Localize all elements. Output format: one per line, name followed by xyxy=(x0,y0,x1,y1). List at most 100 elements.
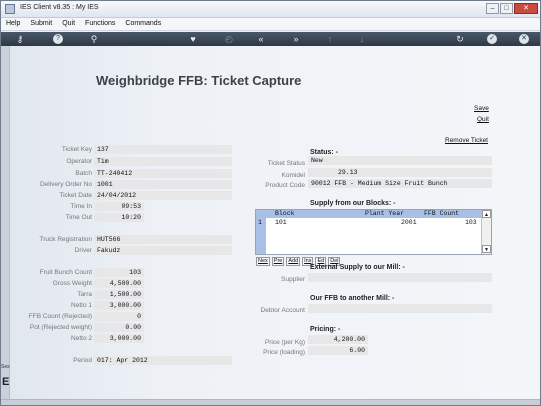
price-loading-label: Price (loading) xyxy=(263,349,305,356)
window-controls: – □ ✕ xyxy=(486,3,538,14)
netto-1-label: Netto 1 xyxy=(71,302,92,309)
batch-label: Batch xyxy=(75,170,92,177)
session-label: Ses xyxy=(1,364,10,370)
rewind-icon[interactable]: « xyxy=(254,33,268,45)
quit-link[interactable]: Quit xyxy=(477,116,489,123)
menu-quit[interactable]: Quit xyxy=(57,18,80,30)
session-e-icon[interactable]: E xyxy=(2,376,9,388)
previous-button[interactable]: Pre xyxy=(271,257,285,266)
debtor-account-field[interactable] xyxy=(308,304,492,313)
pot-rejected-weight-field[interactable]: 0.00 xyxy=(94,323,144,332)
delivery-order-label: Delivery Order No xyxy=(39,181,92,188)
title-bar: IES Client v8.35 : My IES – □ ✕ xyxy=(1,1,540,18)
ticket-status-label: Ticket Status xyxy=(267,160,305,167)
minimize-button[interactable]: – xyxy=(486,3,499,14)
operator-field[interactable]: Tim xyxy=(94,157,232,166)
app-icon xyxy=(5,4,15,14)
key-icon[interactable]: ⚷ xyxy=(13,33,27,45)
cancel-icon[interactable]: ✕ xyxy=(519,34,529,44)
upload-icon[interactable]: ↑ xyxy=(323,33,337,45)
truck-registration-label: Truck Registration xyxy=(39,236,93,243)
confirm-icon[interactable]: ✓ xyxy=(487,34,497,44)
menu-functions[interactable]: Functions xyxy=(80,18,120,30)
fruit-bunch-count-field[interactable]: 103 xyxy=(94,268,144,277)
save-link[interactable]: Save xyxy=(474,105,489,112)
pricing-heading: Pricing: - xyxy=(310,326,341,333)
gross-weight-label: Gross Weight xyxy=(52,280,92,287)
grid-cell-ffb-count[interactable]: 103 xyxy=(465,219,477,227)
grid-header-plant-year: Plant Year xyxy=(365,210,405,217)
grid-row-number: 1 xyxy=(258,219,262,226)
status-bar xyxy=(1,399,540,405)
download-icon[interactable]: ↓ xyxy=(355,33,369,45)
grid-cell-block[interactable]: 101 xyxy=(275,219,287,227)
ticket-key-label: Ticket Key xyxy=(61,146,92,153)
driver-label: Driver xyxy=(74,247,92,254)
heart-icon[interactable]: ♥ xyxy=(186,33,200,45)
status-heading: Status: - xyxy=(310,149,338,156)
price-per-kg-field[interactable]: 4,200.00 xyxy=(308,335,368,344)
add-button[interactable]: Add xyxy=(286,257,301,266)
search-icon[interactable]: ⚲ xyxy=(87,33,101,45)
product-code-label: Product Code xyxy=(265,182,305,189)
time-in-field[interactable]: 09:53 xyxy=(94,202,144,211)
time-out-label: Time Out xyxy=(65,214,93,221)
komidel-label: Komidel xyxy=(281,172,305,179)
product-code-field[interactable]: 90012 FFB - Medium Size Fruit Bunch xyxy=(308,179,492,188)
komidel-field[interactable]: 29.13 xyxy=(308,168,492,177)
scroll-up-icon[interactable]: ▲ xyxy=(482,210,491,218)
app-window: IES Client v8.35 : My IES – □ ✕ Help Sub… xyxy=(0,0,541,406)
delivery-order-field[interactable]: 1001 xyxy=(94,180,232,189)
ffb-count-rejected-field[interactable]: 0 xyxy=(94,312,144,321)
left-session-strip: Ses E xyxy=(1,46,10,399)
batch-field[interactable]: TT-240412 xyxy=(94,169,232,178)
driver-field[interactable]: Fakudz xyxy=(94,246,232,255)
operator-label: Operator xyxy=(66,158,92,165)
debtor-account-label: Debtor Account xyxy=(260,307,305,314)
remove-ticket-link[interactable]: Remove Ticket xyxy=(445,137,488,144)
price-per-kg-label: Price (per Kg) xyxy=(264,339,305,346)
netto-2-label: Netto 2 xyxy=(71,335,92,342)
netto-2-field[interactable]: 3,000.00 xyxy=(94,334,144,343)
maximize-button[interactable]: □ xyxy=(500,3,513,14)
main-content: Weighbridge FFB: Ticket Capture Save Qui… xyxy=(10,46,540,399)
grid-scrollbar[interactable]: ▲ ▼ xyxy=(481,210,491,254)
time-out-field[interactable]: 10:20 xyxy=(94,213,144,222)
supplier-label: Supplier xyxy=(281,276,305,283)
menu-help[interactable]: Help xyxy=(1,18,25,30)
ticket-status-field[interactable]: New xyxy=(308,156,492,165)
grid-cell-plant-year[interactable]: 2001 xyxy=(401,219,417,227)
blocks-heading: Supply from our Blocks: - xyxy=(310,200,396,207)
ticket-key-field[interactable]: 137 xyxy=(94,145,232,154)
toolbar: ⚷? ⚲ ♥ ◴ « » ↑ ↓ ↻ ✓ ✕ xyxy=(1,32,540,46)
help-icon[interactable]: ? xyxy=(53,34,63,44)
tarra-field[interactable]: 1,500.00 xyxy=(94,290,144,299)
truck-registration-field[interactable]: HUT566 xyxy=(94,235,232,244)
another-mill-heading: Our FFB to another Mill: - xyxy=(310,295,395,302)
menu-commands[interactable]: Commands xyxy=(120,18,166,30)
blocks-grid: Block Plant Year FFB Count 1 101 2001 10… xyxy=(255,209,492,255)
period-label: Period xyxy=(73,357,92,364)
page-title: Weighbridge FFB: Ticket Capture xyxy=(96,73,302,88)
menu-bar: Help Submit Quit Functions Commands xyxy=(1,18,540,31)
ticket-date-field[interactable]: 24/04/2012 xyxy=(94,191,232,200)
next-button[interactable]: Nex xyxy=(256,257,270,266)
external-supply-heading: External Supply to our Mill: - xyxy=(310,264,405,271)
menu-submit[interactable]: Submit xyxy=(25,18,57,30)
grid-header-block: Block xyxy=(275,210,295,217)
supplier-field[interactable] xyxy=(308,273,492,282)
grid-header-ffb-count: FFB Count xyxy=(424,210,460,217)
scroll-down-icon[interactable]: ▼ xyxy=(482,245,491,253)
tarra-label: Tarra xyxy=(77,291,92,298)
time-in-label: Time In xyxy=(70,203,92,210)
price-loading-field[interactable]: 6.00 xyxy=(308,346,368,355)
close-button[interactable]: ✕ xyxy=(514,3,538,14)
gross-weight-field[interactable]: 4,500.00 xyxy=(94,279,144,288)
forward-icon[interactable]: » xyxy=(289,33,303,45)
fruit-bunch-count-label: Fruit Bunch Count xyxy=(39,269,92,276)
refresh-icon[interactable]: ↻ xyxy=(453,33,467,45)
history-icon[interactable]: ◴ xyxy=(222,33,236,45)
pot-rejected-weight-label: Pot (Rejected weight) xyxy=(29,324,92,331)
netto-1-field[interactable]: 3,000.00 xyxy=(94,301,144,310)
period-field[interactable]: 017: Apr 2012 xyxy=(94,356,232,365)
